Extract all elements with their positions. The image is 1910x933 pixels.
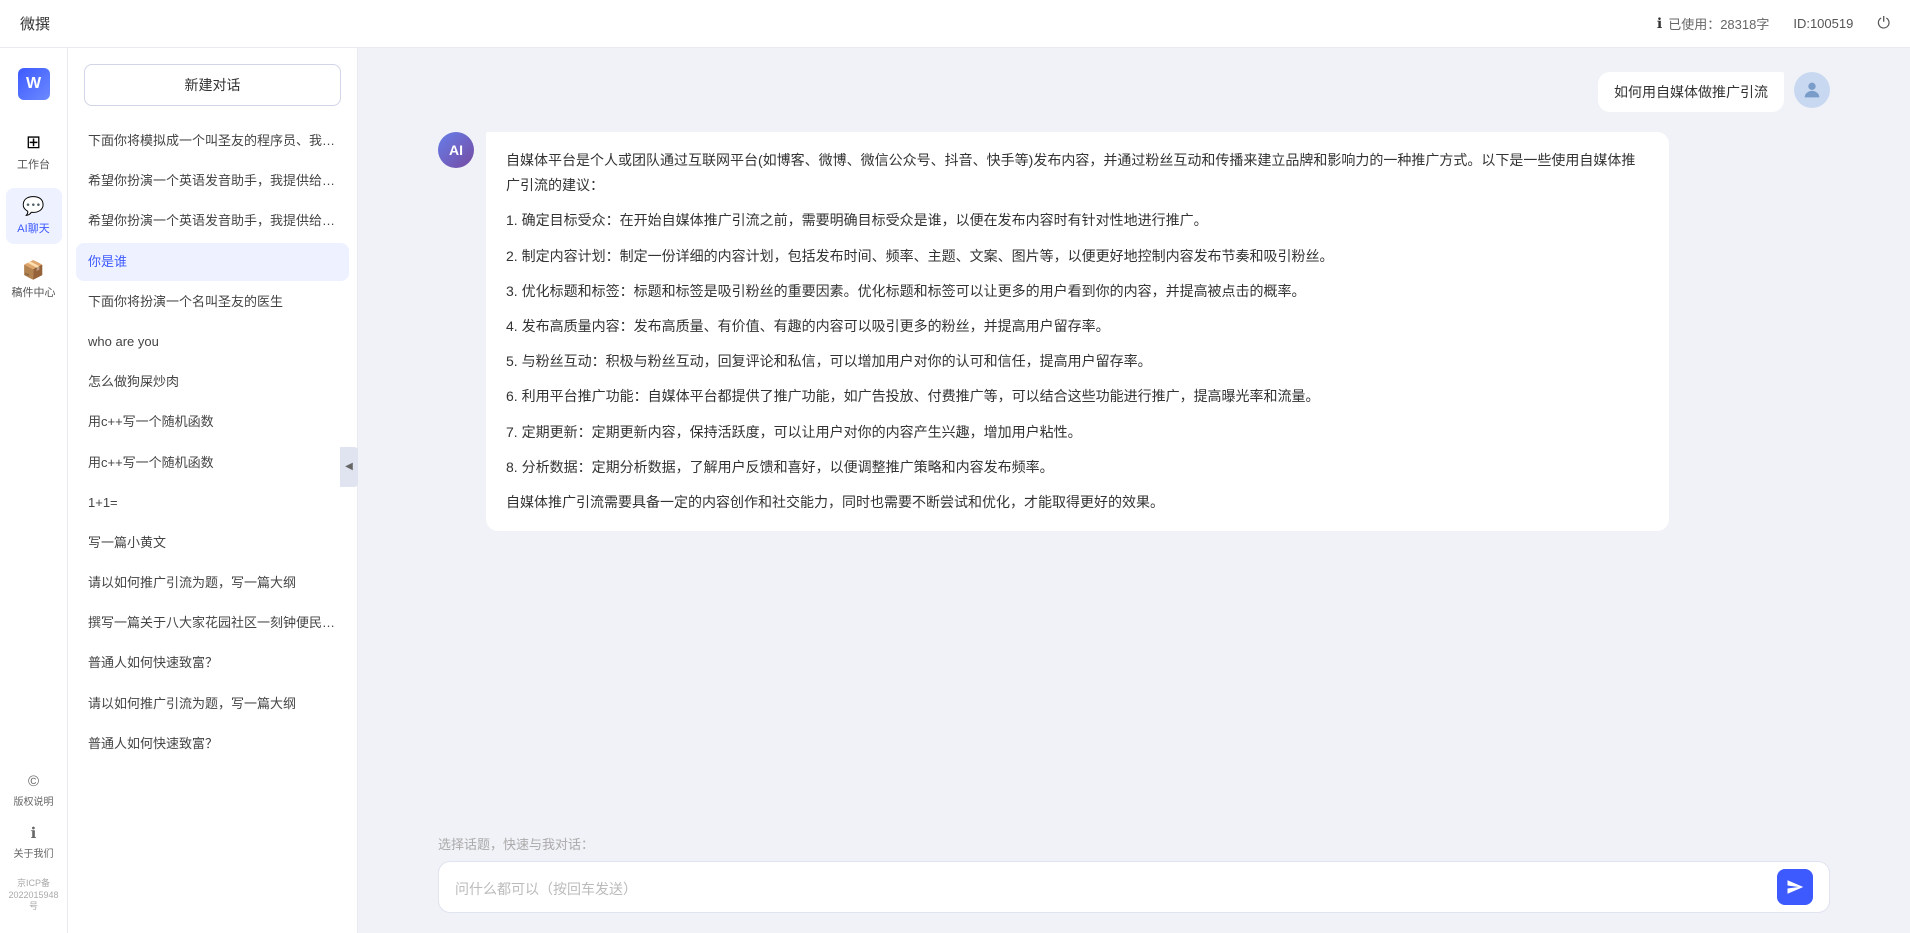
history-item[interactable]: who are you <box>76 323 349 361</box>
user-message-content: 如何用自媒体做推广引流 <box>1598 72 1784 112</box>
info-icon: ℹ <box>1657 15 1662 32</box>
sidebar-item-ai-chat[interactable]: 💬 AI聊天 <box>6 188 62 244</box>
ai-paragraph: 5. 与粉丝互动：积极与粉丝互动，回复评论和私信，可以增加用户对你的认可和信任，… <box>506 349 1649 374</box>
ai-paragraph: 自媒体平台是个人或团队通过互联网平台(如博客、微博、微信公众号、抖音、快手等)发… <box>506 148 1649 198</box>
ai-paragraph: 7. 定期更新：定期更新内容，保持活跃度，可以让用户对你的内容产生兴趣，增加用户… <box>506 420 1649 445</box>
chat-input[interactable] <box>455 869 1777 905</box>
workbench-icon: ⊞ <box>26 132 41 153</box>
send-button[interactable] <box>1777 869 1813 905</box>
about-label: 关于我们 <box>14 845 54 860</box>
chat-input-area: 选择话题，快速与我对话： <box>358 818 1910 933</box>
id-label: ID:100519 <box>1793 16 1853 31</box>
copyright-label: 版权说明 <box>14 793 54 808</box>
history-item[interactable]: 撰写一篇关于八大家花园社区一刻钟便民生... <box>76 604 349 642</box>
sidebar-item-workbench[interactable]: ⊞ 工作台 <box>6 124 62 180</box>
history-item[interactable]: 希望你扮演一个英语发音助手，我提供给你... <box>76 162 349 200</box>
ai-chat-icon: 💬 <box>22 196 44 217</box>
collapse-sidebar-button[interactable]: ◀ <box>340 447 358 487</box>
ai-paragraph: 2. 制定内容计划：制定一份详细的内容计划，包括发布时间、频率、主题、文案、图片… <box>506 244 1649 269</box>
components-label: 稿件中心 <box>12 284 56 300</box>
ai-paragraph: 8. 分析数据：定期分析数据，了解用户反馈和喜好，以便调整推广策略和内容发布频率… <box>506 455 1649 480</box>
ai-paragraph: 6. 利用平台推广功能：自媒体平台都提供了推广功能，如广告投放、付费推广等，可以… <box>506 384 1649 409</box>
input-box-wrapper <box>438 861 1830 913</box>
history-item[interactable]: 请以如何推广引流为题，写一篇大纲 <box>76 564 349 602</box>
history-item[interactable]: 写一篇小黄文 <box>76 524 349 562</box>
usage-text: 已使用：28318字 <box>1668 14 1769 33</box>
history-item[interactable]: 下面你将模拟成一个叫圣友的程序员、我说... <box>76 122 349 160</box>
history-item[interactable]: 1+1= <box>76 484 349 522</box>
history-item[interactable]: 普通人如何快速致富？ <box>76 725 349 763</box>
ai-paragraph: 4. 发布高质量内容：发布高质量、有价值、有趣的内容可以吸引更多的粉丝，并提高用… <box>506 314 1649 339</box>
history-item[interactable]: 普通人如何快速致富？ <box>76 644 349 682</box>
chat-area: 如何用自媒体做推广引流 AI 自媒体平台是个人或团队通过互联网平台(如博客、微博… <box>358 48 1910 933</box>
copyright-icon: © <box>28 773 39 790</box>
about-icon: ℹ <box>31 824 37 842</box>
left-nav-bottom: © 版权说明 ℹ 关于我们 京ICP备2022015948号 <box>0 767 67 913</box>
history-item[interactable]: 希望你扮演一个英语发音助手，我提供给你... <box>76 202 349 240</box>
history-item[interactable]: 请以如何推广引流为题，写一篇大纲 <box>76 685 349 723</box>
topbar-title: 微撰 <box>20 13 50 34</box>
components-icon: 📦 <box>22 260 44 281</box>
logo[interactable]: W <box>18 68 50 100</box>
usage-info: ℹ 已使用：28318字 <box>1657 14 1769 33</box>
quick-topics-label: 选择话题，快速与我对话： <box>438 834 1830 853</box>
user-message: 如何用自媒体做推广引流 <box>438 72 1830 112</box>
sidebar-item-components[interactable]: 📦 稿件中心 <box>6 252 62 308</box>
ai-message: AI 自媒体平台是个人或团队通过互联网平台(如博客、微博、微信公众号、抖音、快手… <box>438 132 1830 531</box>
ai-paragraph: 3. 优化标题和标签：标题和标签是吸引粉丝的重要因素。优化标题和标签可以让更多的… <box>506 279 1649 304</box>
logout-icon[interactable]: ⏻ <box>1877 15 1890 33</box>
history-list: 下面你将模拟成一个叫圣友的程序员、我说...希望你扮演一个英语发音助手，我提供给… <box>68 122 357 933</box>
history-item[interactable]: 怎么做狗屎炒肉 <box>76 363 349 401</box>
topbar-right: ℹ 已使用：28318字 ID:100519 ⏻ <box>1657 14 1890 33</box>
ai-message-content: 自媒体平台是个人或团队通过互联网平台(如博客、微博、微信公众号、抖音、快手等)发… <box>486 132 1669 531</box>
workbench-label: 工作台 <box>17 156 50 172</box>
new-chat-button[interactable]: 新建对话 <box>84 64 341 106</box>
left-nav: W ⊞ 工作台 💬 AI聊天 📦 稿件中心 © 版权说明 ℹ 关于我们 京ICP… <box>0 48 68 933</box>
topbar: 微撰 ℹ 已使用：28318字 ID:100519 ⏻ <box>0 0 1910 48</box>
ai-chat-label: AI聊天 <box>17 220 49 236</box>
history-item[interactable]: 你是谁 <box>76 243 349 281</box>
chat-messages: 如何用自媒体做推广引流 AI 自媒体平台是个人或团队通过互联网平台(如博客、微博… <box>358 48 1910 818</box>
logo-icon: W <box>18 68 50 100</box>
user-avatar <box>1794 72 1830 108</box>
history-item[interactable]: 用c++写一个随机函数 <box>76 403 349 441</box>
icp-text: 京ICP备2022015948号 <box>0 878 67 913</box>
history-item[interactable]: 下面你将扮演一个名叫圣友的医生 <box>76 283 349 321</box>
history-item[interactable]: 用c++写一个随机函数 <box>76 444 349 482</box>
sidebar-item-copyright[interactable]: © 版权说明 <box>6 767 62 814</box>
ai-avatar: AI <box>438 132 474 168</box>
sidebar-item-about[interactable]: ℹ 关于我们 <box>6 818 62 866</box>
history-sidebar: 新建对话 下面你将模拟成一个叫圣友的程序员、我说...希望你扮演一个英语发音助手… <box>68 48 358 933</box>
main-layout: W ⊞ 工作台 💬 AI聊天 📦 稿件中心 © 版权说明 ℹ 关于我们 京ICP… <box>0 48 1910 933</box>
ai-paragraph: 自媒体推广引流需要具备一定的内容创作和社交能力，同时也需要不断尝试和优化，才能取… <box>506 490 1649 515</box>
ai-paragraph: 1. 确定目标受众：在开始自媒体推广引流之前，需要明确目标受众是谁，以便在发布内… <box>506 208 1649 233</box>
